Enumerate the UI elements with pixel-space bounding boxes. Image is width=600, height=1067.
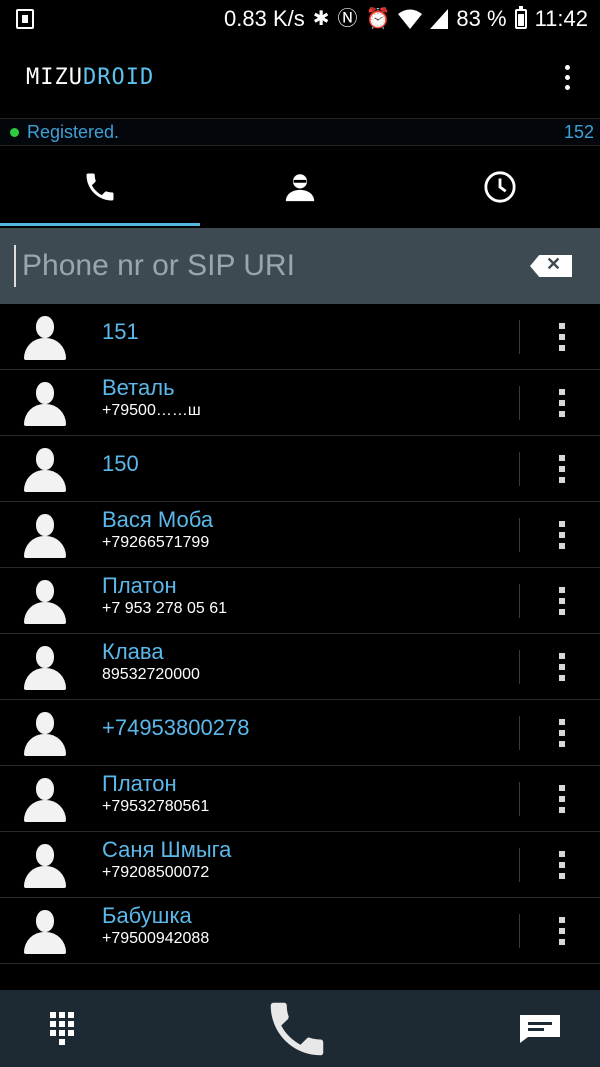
contact-name: Веталь <box>102 374 175 400</box>
row-menu-button[interactable] <box>550 916 574 945</box>
contact-number: +7 953 278 05 61 <box>102 599 228 617</box>
avatar <box>22 380 68 426</box>
dialpad-icon[interactable] <box>50 1012 74 1045</box>
call-button[interactable] <box>262 994 332 1064</box>
divider <box>519 847 520 882</box>
row-menu-button[interactable] <box>550 718 574 747</box>
phone-input[interactable] <box>14 245 530 287</box>
avatar <box>22 644 68 690</box>
contact-name: Платон <box>102 572 177 598</box>
list-item[interactable]: Платон +79532780561 <box>0 766 600 832</box>
tab-dialer[interactable] <box>0 148 200 226</box>
avatar <box>22 842 68 888</box>
list-item[interactable]: Платон +7 953 278 05 61 <box>0 568 600 634</box>
list-item[interactable]: Бабушка +79500942088 <box>0 898 600 964</box>
divider <box>519 781 520 816</box>
divider <box>519 451 520 486</box>
avatar <box>22 578 68 624</box>
list-item[interactable]: +74953800278 <box>0 700 600 766</box>
avatar <box>22 314 68 360</box>
list-item[interactable]: Веталь +79500……ш <box>0 370 600 436</box>
logo-part-1: MIZU <box>26 64 83 90</box>
tab-history[interactable] <box>400 148 600 226</box>
list-item[interactable]: Саня Шмыга +79208500072 <box>0 832 600 898</box>
contacts-icon <box>285 174 315 202</box>
avatar <box>22 776 68 822</box>
history-icon <box>484 171 516 203</box>
app-notification-icon <box>16 9 34 29</box>
contact-number: +79266571799 <box>102 533 210 551</box>
divider <box>519 517 520 552</box>
contact-name: Саня Шмыга <box>102 836 232 862</box>
network-speed: 0.83 K/s <box>224 6 305 31</box>
row-menu-button[interactable] <box>550 454 574 483</box>
clock: 11:42 <box>534 6 588 31</box>
list-item[interactable]: Вася Моба +79266571799 <box>0 502 600 568</box>
backspace-icon[interactable] <box>530 255 572 277</box>
logo-part-2: DROID <box>82 64 155 90</box>
phone-icon <box>86 173 114 201</box>
contact-number: +79500942088 <box>102 929 210 947</box>
contact-name: 150 <box>102 450 139 476</box>
row-menu-button[interactable] <box>550 652 574 681</box>
contact-number: 89532720000 <box>102 665 200 683</box>
tab-bar <box>0 148 600 226</box>
contact-name: 151 <box>102 318 139 344</box>
nfc-icon: Ⓝ <box>337 8 358 30</box>
extension-number: 152 <box>563 121 594 142</box>
contact-name: +74953800278 <box>102 714 250 740</box>
divider <box>519 385 520 420</box>
row-menu-button[interactable] <box>550 388 574 417</box>
battery-icon <box>514 6 527 29</box>
divider <box>519 715 520 750</box>
contact-name: Вася Моба <box>102 506 214 532</box>
contact-name: Бабушка <box>102 902 192 928</box>
contact-number: +79500……ш <box>102 401 201 419</box>
list-item[interactable]: 150 <box>0 436 600 502</box>
registration-bar: Registered. 152 <box>0 118 600 146</box>
bluetooth-icon: ✱ <box>312 8 330 30</box>
list-item[interactable]: 151 <box>0 304 600 370</box>
alarm-icon: ⏰ <box>365 8 391 30</box>
tab-contacts[interactable] <box>200 148 400 226</box>
battery-percent: 83 % <box>456 6 507 31</box>
divider <box>519 319 520 354</box>
divider <box>519 913 520 948</box>
divider <box>519 649 520 684</box>
contact-number: +79208500072 <box>102 863 210 881</box>
list-item[interactable]: Клава 89532720000 <box>0 634 600 700</box>
contact-name: Платон <box>102 770 177 796</box>
row-menu-button[interactable] <box>550 520 574 549</box>
row-menu-button[interactable] <box>550 784 574 813</box>
bottom-bar <box>0 990 600 1067</box>
app-logo: MIZUDROID <box>26 65 154 90</box>
contact-list: 151 Веталь +79500……ш 150 Вася Моба +792665… <box>0 304 600 964</box>
row-menu-button[interactable] <box>550 850 574 879</box>
dial-input-bar <box>0 228 600 304</box>
overflow-menu-button[interactable] <box>557 61 578 94</box>
registered-dot-icon <box>10 127 19 137</box>
row-menu-button[interactable] <box>550 322 574 351</box>
signal-icon <box>430 9 449 29</box>
avatar <box>22 710 68 756</box>
registration-status: Registered. <box>27 121 120 142</box>
status-bar: 0.83 K/s ✱ Ⓝ ⏰ 83 % 11:42 <box>0 0 600 38</box>
avatar <box>22 446 68 492</box>
contact-name: Клава <box>102 638 164 664</box>
avatar <box>22 908 68 954</box>
message-icon[interactable] <box>520 1014 560 1043</box>
row-menu-button[interactable] <box>550 586 574 615</box>
avatar <box>22 512 68 558</box>
wifi-icon <box>398 9 423 29</box>
divider <box>519 583 520 618</box>
action-bar: MIZUDROID <box>0 38 600 116</box>
contact-number: +79532780561 <box>102 797 210 815</box>
